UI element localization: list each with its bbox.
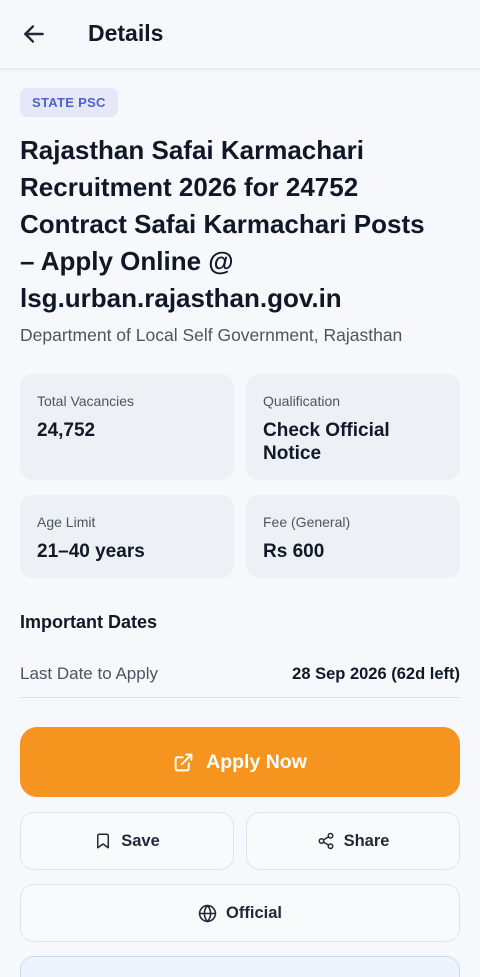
date-value: 28 Sep 2026 (62d left) <box>292 664 460 683</box>
date-label: Last Date to Apply <box>20 664 158 683</box>
page-title: Details <box>88 20 164 46</box>
stat-value: Rs 600 <box>263 541 325 562</box>
official-button[interactable]: Official <box>20 884 460 942</box>
external-link-icon <box>174 753 193 771</box>
stat-label: Fee (General) <box>263 514 351 530</box>
stat-card-fee: Fee (General) Rs 600 <box>246 495 460 578</box>
job-title: Rajasthan Safai Karmachari Recruitment 2… <box>20 135 425 313</box>
stat-value: 21–40 years <box>37 541 145 562</box>
department-name: Department of Local Self Government, Raj… <box>20 325 403 345</box>
important-dates-heading: Important Dates <box>20 612 158 632</box>
save-button[interactable]: Save <box>20 812 234 870</box>
stat-value: Check Official Notice <box>263 420 390 464</box>
apply-now-button[interactable]: Apply Now <box>20 727 460 797</box>
official-label: Official <box>226 903 282 922</box>
share-button[interactable]: Share <box>246 812 460 870</box>
stat-label: Qualification <box>263 393 341 409</box>
save-label: Save <box>121 831 160 850</box>
app-bar: Details <box>0 0 480 69</box>
globe-icon <box>198 904 217 922</box>
stat-label: Age Limit <box>37 514 96 530</box>
stat-card-age-limit: Age Limit 21–40 years <box>20 495 234 578</box>
share-label: Share <box>343 831 390 850</box>
back-button[interactable] <box>12 12 56 56</box>
stat-label: Total Vacancies <box>37 393 135 409</box>
share-icon <box>318 832 334 850</box>
bookmark-icon <box>97 833 110 849</box>
category-badge: STATE PSC <box>20 88 118 117</box>
date-row: Last Date to Apply 28 Sep 2026 (62d left… <box>20 651 460 698</box>
arrow-left-icon <box>24 25 44 43</box>
stat-card-vacancies: Total Vacancies 24,752 <box>20 374 234 480</box>
stat-card-qualification: Qualification Check Official Notice <box>246 374 460 480</box>
apply-now-label: Apply Now <box>206 750 307 773</box>
info-card <box>20 956 460 977</box>
stat-value: 24,752 <box>37 420 96 441</box>
